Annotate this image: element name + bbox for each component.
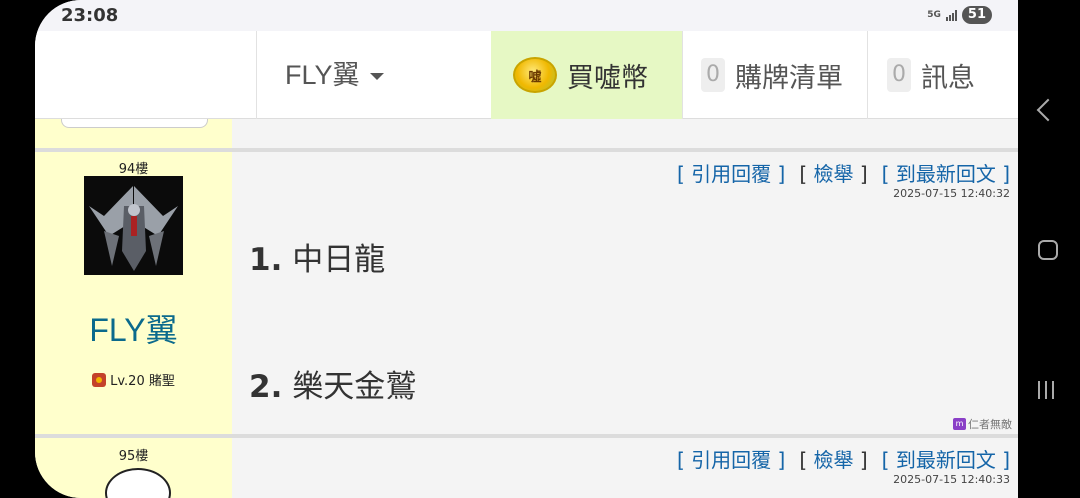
user-level-text: Lv.20 賭聖	[110, 374, 175, 389]
home-icon[interactable]	[1038, 240, 1058, 260]
top-navigation: FLY翼 噓 買噓幣 0 購牌清單 0 訊息	[35, 31, 1018, 119]
signature: m 仁者無敵	[953, 416, 1012, 432]
purchase-list-button[interactable]: 0 購牌清單	[701, 31, 843, 119]
quote-reply-link[interactable]: [ 引用回覆 ]	[677, 158, 785, 187]
quote-reply-link[interactable]: [ 引用回覆 ]	[677, 444, 785, 473]
item-number: 1.	[249, 242, 283, 278]
status-indicators: 5G 51	[927, 6, 992, 24]
rank-badge-icon	[92, 372, 107, 387]
latest-reply-link[interactable]: [ 到最新回文 ]	[882, 158, 1010, 187]
buy-coins-label: 買噓幣	[567, 62, 648, 94]
report-link[interactable]: 檢舉	[814, 162, 854, 186]
post-item: 2. 樂天金鷲	[249, 361, 416, 406]
user-name-link[interactable]: FLY翼	[35, 305, 232, 351]
report-link[interactable]: 檢舉	[814, 448, 854, 472]
divider	[256, 31, 257, 119]
messages-label: 訊息	[921, 62, 975, 94]
status-time: 23:08	[61, 5, 119, 26]
status-bar: 23:08 5G 51	[35, 0, 1018, 31]
caret-down-icon	[369, 73, 384, 81]
signal-icon	[945, 9, 957, 21]
item-text: 樂天金鷲	[292, 369, 417, 405]
app-screen: 23:08 5G 51 FLY翼 噓 買噓幣 0 購牌清單 0 訊息 94樓 F…	[35, 0, 1018, 498]
item-number: 2.	[249, 369, 283, 405]
purchase-count-badge: 0	[701, 58, 725, 92]
post-floor-number: 95樓	[118, 449, 149, 464]
post-floor-number: 94樓	[118, 162, 149, 177]
previous-post-box	[61, 119, 208, 128]
avatar-robot-image	[84, 176, 183, 275]
post-actions: [ 引用回覆 ] [ 檢舉 ] [ 到最新回文 ]	[677, 444, 1010, 473]
signature-badge-icon: m	[953, 418, 966, 430]
message-count-badge: 0	[887, 58, 911, 92]
recents-icon[interactable]	[1038, 381, 1054, 399]
report-link-wrap: [ 檢舉 ]	[799, 448, 868, 472]
user-avatar[interactable]	[84, 176, 183, 275]
user-menu-button[interactable]: FLY翼	[285, 31, 384, 119]
report-link-wrap: [ 檢舉 ]	[799, 162, 868, 186]
user-menu-label: FLY翼	[285, 60, 360, 90]
user-level: Lv.20 賭聖	[35, 370, 232, 389]
post-timestamp: 2025-07-15 12:40:33	[893, 473, 1010, 486]
network-5g-icon: 5G	[927, 9, 941, 20]
coin-icon: 噓	[513, 57, 557, 93]
coin-glyph: 噓	[528, 69, 542, 85]
item-text: 中日龍	[292, 242, 386, 278]
messages-button[interactable]: 0 訊息	[887, 31, 975, 119]
post-timestamp: 2025-07-15 12:40:32	[893, 187, 1010, 200]
divider	[682, 31, 683, 119]
post-item: 1. 中日龍	[249, 234, 385, 279]
post-actions: [ 引用回覆 ] [ 檢舉 ] [ 到最新回文 ]	[677, 158, 1010, 187]
signature-text: 仁者無敵	[968, 418, 1012, 431]
battery-icon: 51	[961, 6, 992, 24]
purchase-list-label: 購牌清單	[735, 62, 843, 94]
buy-coins-button[interactable]: 噓 買噓幣	[491, 31, 682, 119]
latest-reply-link[interactable]: [ 到最新回文 ]	[882, 444, 1010, 473]
divider	[867, 31, 868, 119]
